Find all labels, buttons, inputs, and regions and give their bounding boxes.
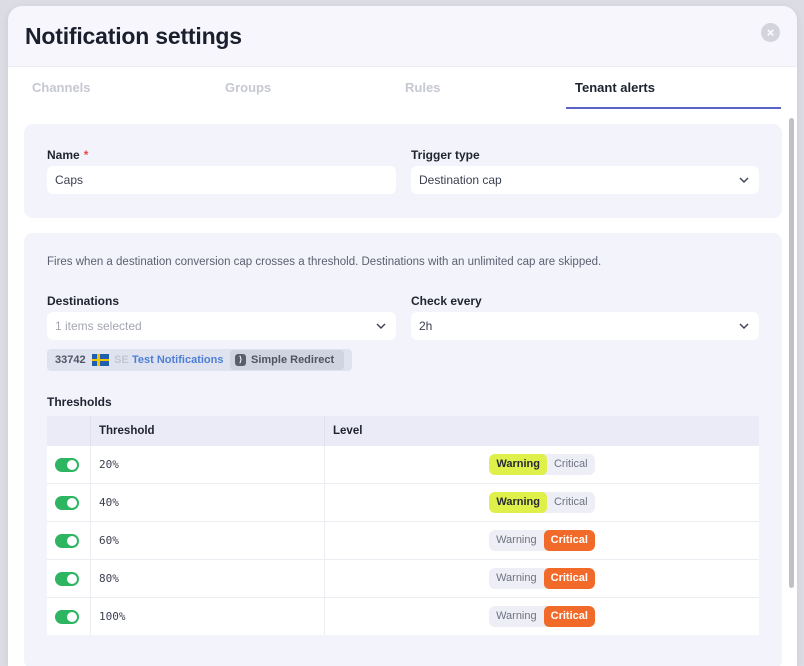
chevron-down-icon xyxy=(739,323,749,329)
toggle-cell xyxy=(47,483,91,522)
destination-country: SE xyxy=(114,354,129,366)
selected-destination-chip[interactable]: 33742 SE Test Notifications ⟩ Simple Red… xyxy=(47,349,352,371)
level-segmented-control: Warning Critical xyxy=(489,606,595,627)
threshold-enabled-toggle[interactable] xyxy=(55,571,79,586)
chevron-down-icon xyxy=(376,323,386,329)
threshold-enabled-toggle[interactable] xyxy=(55,457,79,472)
level-option-critical[interactable]: Critical xyxy=(543,568,595,589)
level-option-warning[interactable]: Warning xyxy=(489,492,547,513)
table-row: 60% Warning Critical xyxy=(47,521,759,560)
threshold-value[interactable]: 20% xyxy=(90,445,325,484)
thresholds-body: 20% Warning Critical 40% Warning Critical 60% W… xyxy=(47,445,759,635)
sweden-flag-icon xyxy=(92,354,109,366)
check-every-value: 2h xyxy=(419,319,433,333)
tab-tenant-alerts[interactable]: Tenant alerts xyxy=(575,80,655,95)
level-cell: Warning Critical xyxy=(324,445,759,484)
dialog-content: Name * Caps Trigger type Destination cap … xyxy=(8,109,797,666)
level-option-warning[interactable]: Warning xyxy=(489,530,544,551)
level-cell: Warning Critical xyxy=(324,597,759,635)
level-option-critical[interactable]: Critical xyxy=(543,606,595,627)
level-cell: Warning Critical xyxy=(324,521,759,560)
name-label: Name * xyxy=(47,148,88,162)
notification-settings-dialog: Notification settings × Channels Groups … xyxy=(8,6,797,666)
threshold-enabled-toggle[interactable] xyxy=(55,495,79,510)
level-option-warning[interactable]: Warning xyxy=(489,454,547,475)
required-mark: * xyxy=(83,148,89,162)
trigger-type-value: Destination cap xyxy=(419,173,502,187)
alert-description: Fires when a destination conversion cap … xyxy=(47,256,602,268)
toggle-cell xyxy=(47,445,91,484)
threshold-value[interactable]: 80% xyxy=(90,559,325,598)
table-row: 20% Warning Critical xyxy=(47,445,759,484)
general-card: Name * Caps Trigger type Destination cap xyxy=(24,124,782,218)
redirect-icon: ⟩ xyxy=(235,354,246,366)
close-icon[interactable]: × xyxy=(761,23,780,42)
name-input[interactable]: Caps xyxy=(47,166,396,194)
table-row: 100% Warning Critical xyxy=(47,597,759,635)
trigger-type-select[interactable]: Destination cap xyxy=(411,166,759,194)
threshold-value[interactable]: 40% xyxy=(90,483,325,522)
destination-type-label: Simple Redirect xyxy=(251,354,335,366)
level-option-critical[interactable]: Critical xyxy=(543,530,595,551)
level-segmented-control: Warning Critical xyxy=(489,492,595,513)
column-header-level: Level xyxy=(324,416,759,446)
thresholds-table: Threshold Level 20% Warning Critical 40% War… xyxy=(47,416,759,635)
level-option-warning[interactable]: Warning xyxy=(489,568,544,589)
table-row: 40% Warning Critical xyxy=(47,483,759,522)
name-label-text: Name xyxy=(47,148,80,162)
level-option-critical[interactable]: Critical xyxy=(547,492,595,513)
destination-type-tag: ⟩ Simple Redirect xyxy=(230,350,344,370)
tab-groups[interactable]: Groups xyxy=(225,80,271,95)
tab-rules[interactable]: Rules xyxy=(405,80,440,95)
thresholds-label: Thresholds xyxy=(47,395,112,409)
check-every-label: Check every xyxy=(411,294,482,308)
level-segmented-control: Warning Critical xyxy=(489,568,595,589)
level-option-warning[interactable]: Warning xyxy=(489,606,544,627)
destination-id: 33742 xyxy=(55,354,86,366)
threshold-value[interactable]: 60% xyxy=(90,521,325,560)
scrollbar[interactable] xyxy=(789,118,794,588)
chevron-down-icon xyxy=(739,177,749,183)
level-segmented-control: Warning Critical xyxy=(489,454,595,475)
toggle-cell xyxy=(47,559,91,598)
column-header-toggle xyxy=(47,416,91,446)
destinations-select[interactable]: 1 items selected xyxy=(47,312,396,340)
table-header-row: Threshold Level xyxy=(47,416,759,446)
column-header-threshold: Threshold xyxy=(90,416,325,446)
details-card: Fires when a destination conversion cap … xyxy=(24,233,782,666)
destinations-label: Destinations xyxy=(47,294,120,308)
level-option-critical[interactable]: Critical xyxy=(547,454,595,475)
threshold-enabled-toggle[interactable] xyxy=(55,609,79,624)
threshold-value[interactable]: 100% xyxy=(90,597,325,635)
level-cell: Warning Critical xyxy=(324,483,759,522)
tab-bar: Channels Groups Rules Tenant alerts xyxy=(8,66,797,110)
check-every-select[interactable]: 2h xyxy=(411,312,759,340)
dialog-title: Notification settings xyxy=(25,23,242,49)
table-row: 80% Warning Critical xyxy=(47,559,759,598)
level-segmented-control: Warning Critical xyxy=(489,530,595,551)
destinations-placeholder: 1 items selected xyxy=(55,319,142,333)
destination-name[interactable]: Test Notifications xyxy=(132,349,223,371)
toggle-cell xyxy=(47,521,91,560)
level-cell: Warning Critical xyxy=(324,559,759,598)
dialog-header: Notification settings × xyxy=(8,6,797,66)
threshold-enabled-toggle[interactable] xyxy=(55,533,79,548)
trigger-type-label: Trigger type xyxy=(411,148,480,162)
tab-channels[interactable]: Channels xyxy=(32,80,91,95)
toggle-cell xyxy=(47,597,91,635)
